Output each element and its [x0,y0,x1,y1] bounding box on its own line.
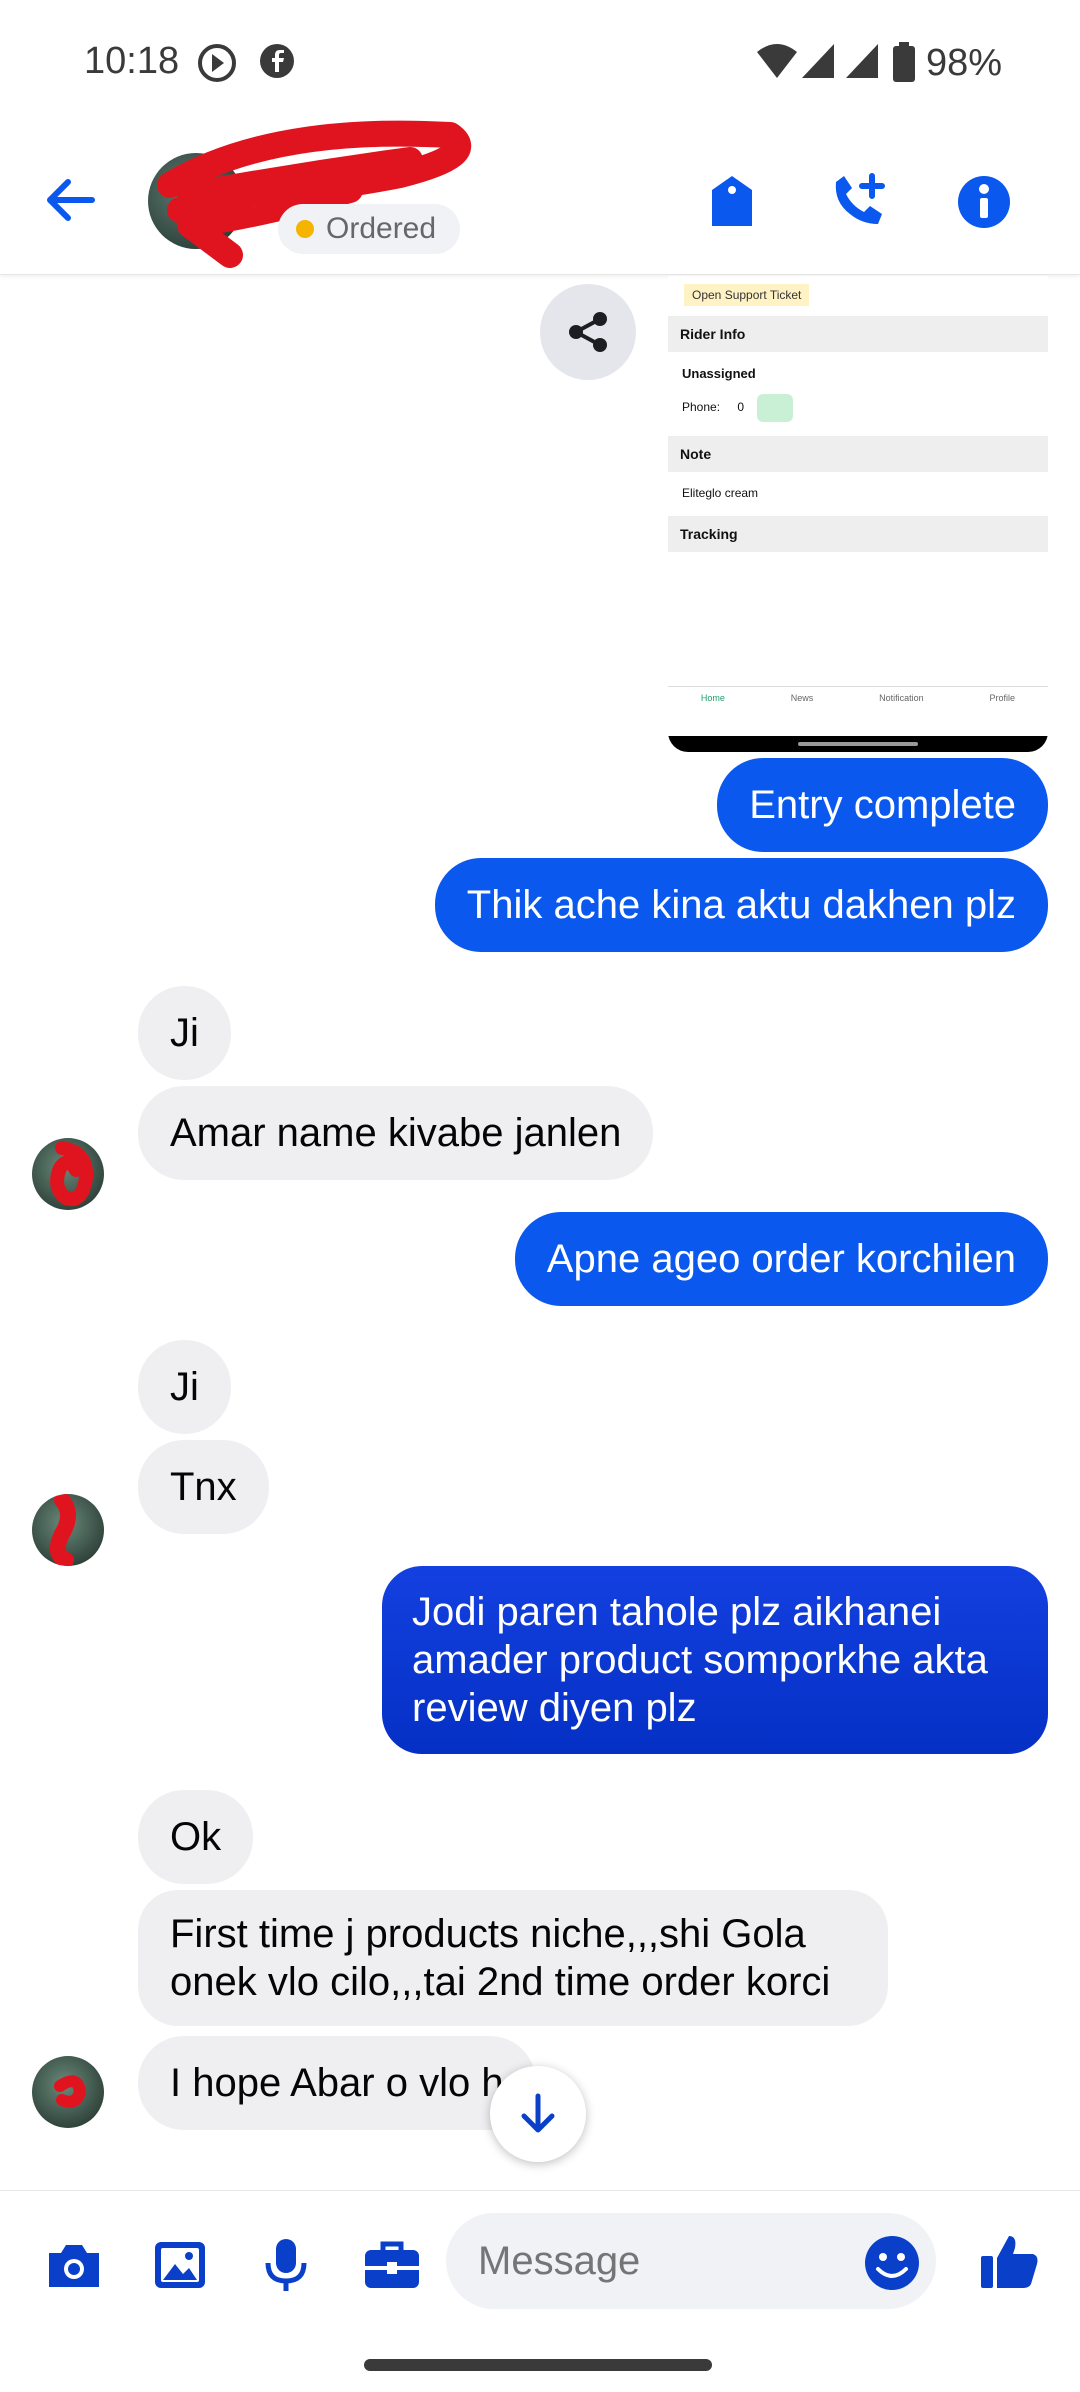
gallery-button[interactable] [148,2233,212,2297]
facebook-icon [258,42,296,85]
contact-status-badge: Ordered [278,204,461,254]
incoming-message[interactable]: Tnx [138,1440,269,1534]
emoji-button[interactable] [862,2233,922,2293]
incoming-message[interactable]: Ji [138,986,231,1080]
phone-value: 0 [737,400,745,415]
outgoing-message[interactable]: Thik ache kina aktu dakhen plz [434,858,1048,952]
voice-button[interactable] [254,2233,318,2297]
ticket-label: Open Support Ticket [684,284,810,306]
phone-row: Phone: 0 [668,394,1048,422]
status-bar: 10:18 98% [0,0,1080,125]
like-button[interactable] [978,2229,1042,2293]
incoming-message[interactable]: Ok [138,1790,254,1884]
screenshot-gesture-bar [668,736,1048,752]
battery-icon [892,42,916,87]
phone-label: Phone: [682,400,721,415]
wifi-icon [756,42,798,85]
nav-home: Home [700,693,725,703]
media-icon [196,42,238,89]
redaction-scribble [54,2075,87,2108]
camera-icon [49,2245,99,2287]
camera-button[interactable] [42,2233,106,2297]
rider-info-header: Rider Info [668,316,1048,352]
nav-notification: Notification [879,693,924,703]
redaction-scribble [50,1141,94,1206]
label-button[interactable] [700,170,764,234]
nav-news: News [790,693,814,703]
incoming-message[interactable]: First time j products niche,,,shi Gola o… [138,1890,888,2026]
incoming-message[interactable]: Ji [138,1340,231,1434]
like-icon [981,2236,1038,2288]
share-button[interactable] [540,284,636,380]
tools-button[interactable] [360,2233,424,2297]
rider-status: Unassigned [682,366,756,381]
incoming-message[interactable]: I hope Abar o vlo h [138,2036,536,2130]
share-icon [569,312,607,352]
status-label: Ordered [326,212,437,245]
note-header: Note [668,436,1048,472]
call-rider-icon[interactable] [757,394,794,422]
composer-bar [0,2190,1080,2330]
signal-icon [800,42,836,85]
incoming-message[interactable]: Amar name kivabe janlen [138,1086,654,1180]
tag-icon [712,176,752,226]
gallery-icon [155,2242,205,2288]
home-indicator[interactable] [364,2359,712,2371]
sender-avatar[interactable] [32,1138,104,1210]
shared-screenshot[interactable]: Open Support Ticket Rider Info Unassigne… [668,276,1048,752]
mic-icon [265,2239,307,2291]
message-list[interactable]: Open Support Ticket Rider Info Unassigne… [0,276,1080,2188]
add-call-icon [835,173,885,224]
battery-level: 98% [926,42,1003,84]
back-arrow-icon [47,179,95,221]
back-button[interactable] [40,170,100,230]
redaction-scribble [49,1494,76,1566]
sender-avatar[interactable] [32,2056,104,2128]
add-call-button[interactable] [826,170,890,234]
note-value: Eliteglo cream [682,486,759,500]
screenshot-nav: Home News Notification Profile [668,686,1048,736]
sender-avatar[interactable] [32,1494,104,1566]
nav-profile: Profile [989,693,1016,703]
scroll-to-bottom-button[interactable] [490,2066,586,2162]
outgoing-message[interactable]: Jodi paren tahole plz aikhanei amader pr… [382,1566,1048,1754]
briefcase-icon [365,2241,419,2288]
emoji-icon [865,2236,919,2290]
tracking-header: Tracking [668,516,1048,552]
outgoing-message[interactable]: Entry complete [717,758,1048,852]
signal-icon-2 [844,42,880,85]
info-button[interactable] [952,170,1016,234]
arrow-down-icon [521,2093,555,2133]
outgoing-message[interactable]: Apne ageo order korchilen [514,1212,1048,1306]
chat-header: Ordered [0,120,1080,275]
info-icon [958,176,1010,228]
status-dot [296,220,314,238]
status-time: 10:18 [84,40,180,82]
